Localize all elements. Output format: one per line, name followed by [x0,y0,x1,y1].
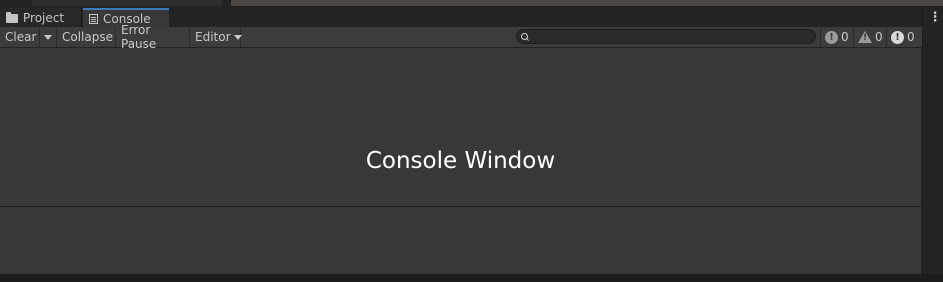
editor-dropdown[interactable]: Editor [190,27,242,47]
warning-count: 0 [875,30,883,44]
info-icon: ! [825,30,838,44]
scene-view-edge [230,0,943,7]
clear-button-label: Clear [5,30,37,44]
left-panel-edge [32,0,222,6]
console-icon [89,14,98,24]
info-count-toggle[interactable]: ! 0 [820,27,853,47]
error-icon: ! [891,30,904,44]
bottom-strip [0,274,943,282]
warning-icon: ! [858,31,872,43]
search-input[interactable] [516,29,816,44]
info-count: 0 [841,30,849,44]
editor-dropdown-label: Editor [195,30,231,44]
log-list[interactable]: Console Window [0,48,921,207]
search-icon [521,33,528,40]
folder-icon [6,11,18,23]
clear-options-dropdown[interactable] [40,27,57,47]
right-side-strip: ⋮ [922,8,943,274]
collapse-toggle-label: Collapse [62,30,113,44]
kebab-menu-icon[interactable]: ⋮ [926,8,943,27]
error-pause-label: Error Pause [121,23,157,51]
collapse-toggle[interactable]: Collapse [57,27,116,47]
error-count-toggle[interactable]: ! 0 [886,27,922,47]
tab-project[interactable]: Project [0,8,82,27]
error-pause-toggle[interactable]: Error Pause [116,23,190,51]
warning-count-toggle[interactable]: ! 0 [853,27,886,47]
chevron-down-icon [233,34,242,40]
clear-button[interactable]: Clear [0,27,40,47]
tab-project-label: Project [23,10,65,25]
console-window-title: Console Window [365,148,556,174]
log-detail-panel[interactable] [0,207,921,274]
console-toolbar: Clear Collapse Error Pause Editor ! 0 ! … [0,23,922,51]
top-strip [0,0,943,8]
error-count: 0 [907,30,915,44]
chevron-down-icon [44,34,52,40]
